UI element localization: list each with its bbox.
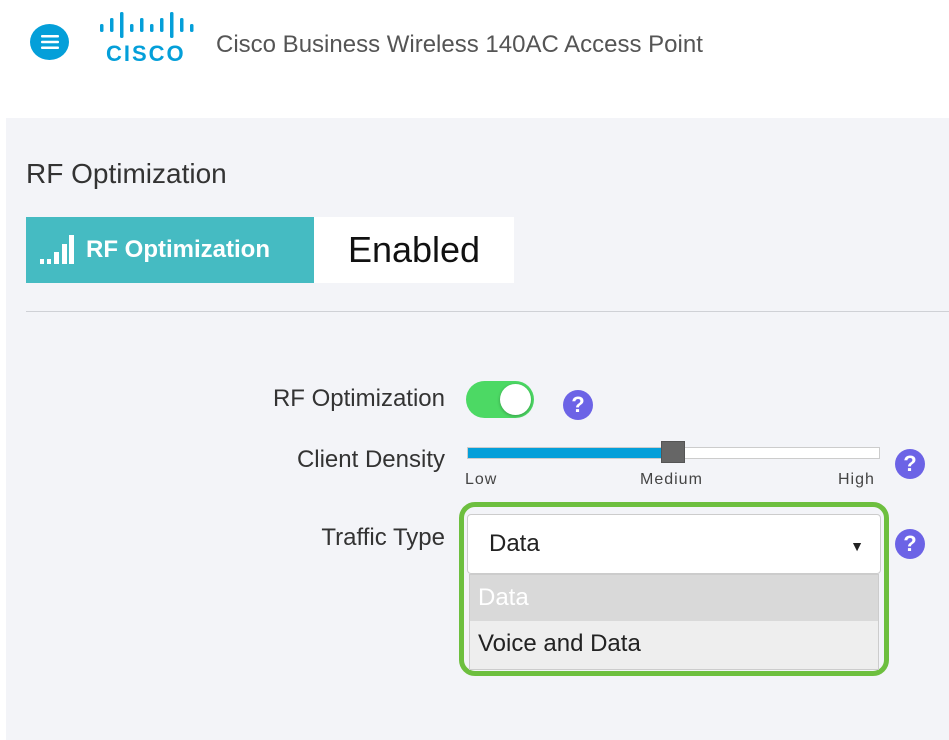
client-density-label: Client Density (296, 446, 445, 473)
question-mark-icon[interactable]: ? (895, 529, 925, 559)
traffic-type-label: Traffic Type (321, 524, 445, 551)
menu-button[interactable] (30, 24, 69, 60)
cisco-logo-bars-icon (100, 12, 194, 38)
slider-fill (468, 448, 674, 458)
section-title: RF Optimization (26, 158, 227, 189)
tick-high: High (838, 471, 875, 488)
dropdown-option-voice-and-data[interactable]: Voice and Data (470, 621, 878, 667)
rf-optimization-label: RF Optimization (272, 385, 445, 412)
top-header: CISCO Cisco Business Wireless 140AC Acce… (0, 0, 949, 95)
traffic-type-select[interactable]: Data ▼ (467, 514, 881, 574)
status-value: Enabled (314, 217, 514, 283)
question-mark-icon[interactable]: ? (895, 449, 925, 479)
question-mark-icon[interactable]: ? (563, 390, 593, 420)
tab-rf-optimization[interactable]: RF Optimization (26, 217, 314, 283)
slider-thumb[interactable] (660, 441, 685, 463)
rf-optimization-toggle[interactable] (466, 381, 534, 418)
divider (26, 311, 949, 312)
chevron-down-icon: ▼ (850, 538, 864, 554)
hamburger-menu-icon (40, 35, 59, 49)
cisco-logo-text: CISCO (106, 41, 186, 66)
dropdown-option-data[interactable]: Data (470, 575, 878, 621)
tick-low: Low (465, 471, 498, 488)
toggle-knob (500, 384, 531, 415)
traffic-type-dropdown: Data Voice and Data (469, 574, 879, 670)
tick-medium: Medium (640, 471, 703, 488)
main-panel: RF Optimization RF Optimization Enabled … (6, 118, 949, 740)
signal-bars-icon (40, 235, 74, 264)
tab-label: RF Optimization (86, 236, 270, 263)
app-title: Cisco Business Wireless 140AC Access Poi… (216, 31, 703, 58)
selected-value: Data (489, 530, 540, 557)
